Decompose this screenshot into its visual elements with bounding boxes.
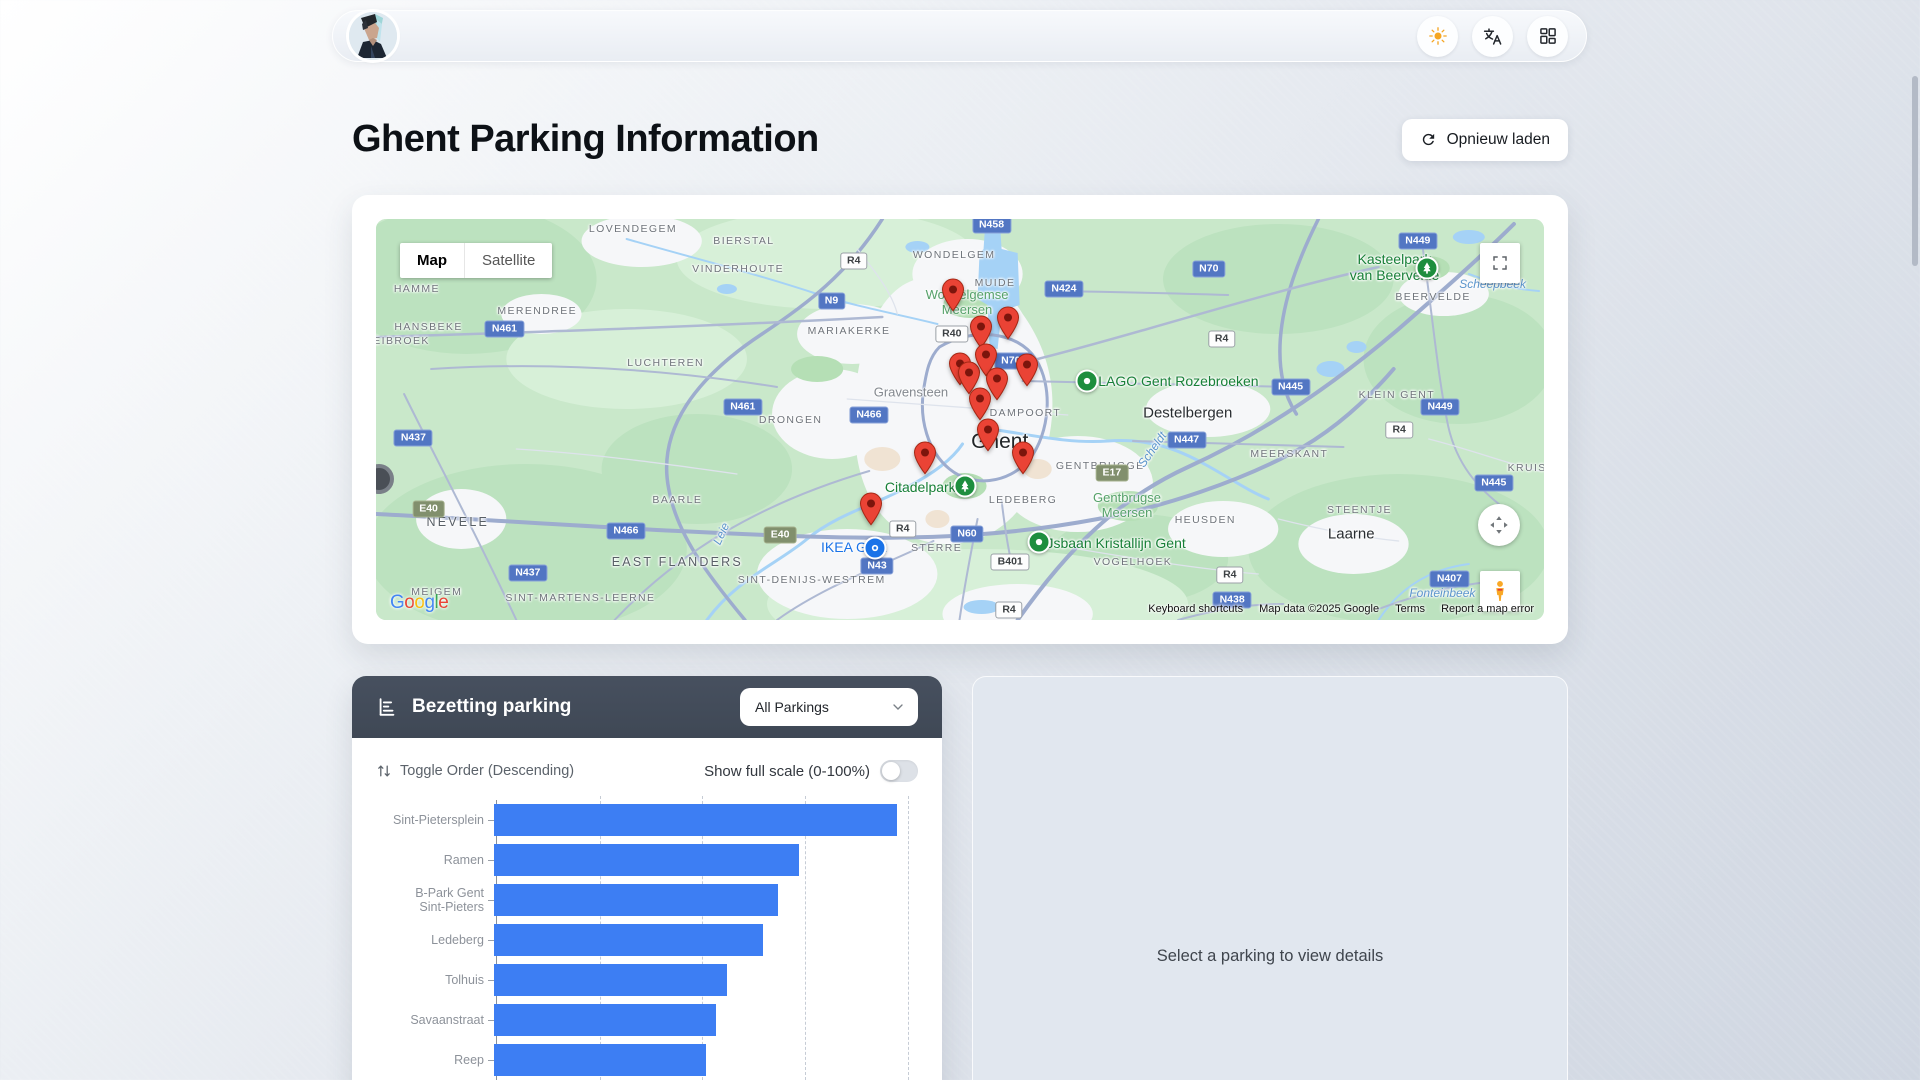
parking-map-marker[interactable] bbox=[941, 278, 964, 317]
category-label: B-Park Gent Sint-Pieters bbox=[376, 886, 484, 915]
scrollbar-thumb[interactable] bbox=[1912, 76, 1918, 266]
occupancy-bar[interactable] bbox=[494, 884, 778, 916]
map-type-control: Map Satellite bbox=[400, 243, 552, 278]
parking-map-marker[interactable] bbox=[1012, 441, 1035, 480]
category-label: Tolhuis bbox=[376, 973, 484, 987]
pan-control[interactable] bbox=[1478, 504, 1520, 546]
user-avatar[interactable] bbox=[349, 12, 397, 60]
title-row: Ghent Parking Information Opnieuw laden bbox=[352, 118, 1568, 161]
google-map[interactable]: LOVENDEGEMBIERSTALVINDERHOUTEWONDELGEMMU… bbox=[376, 219, 1544, 620]
translate-icon bbox=[1482, 26, 1503, 47]
top-header bbox=[332, 10, 1587, 62]
bar-row: B-Park Gent Sint-Pieters bbox=[376, 880, 918, 920]
full-scale-toggle[interactable] bbox=[880, 760, 918, 782]
map-markers-layer bbox=[376, 219, 1544, 620]
detail-placeholder-text: Select a parking to view details bbox=[1157, 947, 1384, 966]
fullscreen-button[interactable] bbox=[1480, 243, 1520, 283]
terms-link[interactable]: Terms bbox=[1395, 603, 1425, 615]
occupancy-bar[interactable] bbox=[494, 924, 763, 956]
full-scale-label: Show full scale (0-100%) bbox=[704, 763, 870, 780]
parking-filter-select[interactable]: All Parkings bbox=[740, 688, 918, 726]
layout-toggle-button[interactable] bbox=[1527, 16, 1568, 57]
bar-zone bbox=[494, 920, 918, 960]
fullscreen-icon bbox=[1491, 254, 1509, 272]
sun-icon bbox=[1428, 26, 1448, 46]
bar-zone bbox=[494, 1040, 918, 1080]
bar-row: Tolhuis bbox=[376, 960, 918, 1000]
occupancy-bar[interactable] bbox=[494, 1004, 716, 1036]
toggle-order-label: Toggle Order (Descending) bbox=[400, 763, 574, 779]
occupancy-chart: Sint-Pietersplein Ramen B-Park Gent Sint-P… bbox=[376, 800, 918, 1080]
occupancy-card-header: Bezetting parking All Parkings bbox=[352, 676, 942, 738]
category-label: Ledeberg bbox=[376, 933, 484, 947]
chart-controls-row: Toggle Order (Descending) Show full scal… bbox=[376, 760, 918, 782]
occupancy-title: Bezetting parking bbox=[412, 696, 571, 718]
parking-map-marker[interactable] bbox=[977, 418, 1000, 457]
pegman-icon bbox=[1490, 580, 1510, 602]
bar-zone bbox=[494, 840, 918, 880]
theme-toggle-button[interactable] bbox=[1417, 16, 1458, 57]
bar-row: Ledeberg bbox=[376, 920, 918, 960]
parking-map-marker[interactable] bbox=[860, 492, 883, 531]
chart-rows: Sint-Pietersplein Ramen B-Park Gent Sint-P… bbox=[376, 800, 918, 1080]
occupancy-card-body: Toggle Order (Descending) Show full scal… bbox=[352, 760, 942, 1080]
toggle-knob bbox=[882, 762, 900, 780]
dashboard-icon bbox=[1538, 26, 1558, 46]
category-label: Reep bbox=[376, 1053, 484, 1067]
reload-label: Opnieuw laden bbox=[1447, 131, 1550, 149]
bar-zone bbox=[494, 960, 918, 1000]
map-type-map[interactable]: Map bbox=[400, 243, 464, 278]
bar-row: Ramen bbox=[376, 840, 918, 880]
language-toggle-button[interactable] bbox=[1472, 16, 1513, 57]
sort-arrows-icon bbox=[376, 763, 392, 779]
pan-arrows-icon bbox=[1488, 514, 1510, 536]
page-title: Ghent Parking Information bbox=[352, 118, 819, 161]
bar-zone bbox=[494, 880, 918, 920]
category-label: Ramen bbox=[376, 853, 484, 867]
keyboard-shortcuts-link[interactable]: Keyboard shortcuts bbox=[1148, 603, 1243, 615]
report-error-link[interactable]: Report a map error bbox=[1441, 603, 1534, 615]
google-logo[interactable]: Google bbox=[390, 592, 448, 614]
category-label: Sint-Pietersplein bbox=[376, 813, 484, 827]
occupancy-bar[interactable] bbox=[494, 804, 897, 836]
bar-row: Reep bbox=[376, 1040, 918, 1080]
map-data-text: Map data ©2025 Google bbox=[1259, 603, 1379, 615]
map-attribution: Keyboard shortcuts Map data ©2025 Google… bbox=[1148, 603, 1534, 615]
reload-button[interactable]: Opnieuw laden bbox=[1402, 119, 1568, 161]
bar-zone bbox=[494, 1000, 918, 1040]
occupancy-bar[interactable] bbox=[494, 1044, 706, 1076]
parking-map-marker[interactable] bbox=[996, 306, 1019, 345]
refresh-icon bbox=[1420, 131, 1437, 148]
avatar-illustration bbox=[349, 12, 397, 60]
bar-zone bbox=[494, 800, 918, 840]
chevron-down-icon bbox=[890, 699, 906, 715]
detail-card: Select a parking to view details bbox=[972, 676, 1568, 1080]
parking-filter-value: All Parkings bbox=[755, 699, 829, 715]
occupancy-card: Bezetting parking All Parkings Tog bbox=[352, 676, 942, 1080]
bottom-row: Bezetting parking All Parkings Tog bbox=[352, 676, 1568, 1080]
occupancy-bar[interactable] bbox=[494, 964, 727, 996]
bar-chart-icon bbox=[376, 696, 398, 718]
bar-row: Savaanstraat bbox=[376, 1000, 918, 1040]
category-label: Savaanstraat bbox=[376, 1013, 484, 1027]
map-card: LOVENDEGEMBIERSTALVINDERHOUTEWONDELGEMMU… bbox=[352, 195, 1568, 644]
bar-row: Sint-Pietersplein bbox=[376, 800, 918, 840]
parking-map-marker[interactable] bbox=[913, 441, 936, 480]
full-scale-control: Show full scale (0-100%) bbox=[704, 760, 918, 782]
toggle-order-button[interactable]: Toggle Order (Descending) bbox=[376, 763, 574, 779]
page-container: Ghent Parking Information Opnieuw laden bbox=[352, 0, 1568, 1080]
occupancy-bar[interactable] bbox=[494, 844, 799, 876]
parking-map-marker[interactable] bbox=[1015, 353, 1038, 392]
header-actions bbox=[1417, 16, 1578, 57]
map-type-satellite[interactable]: Satellite bbox=[464, 243, 552, 278]
